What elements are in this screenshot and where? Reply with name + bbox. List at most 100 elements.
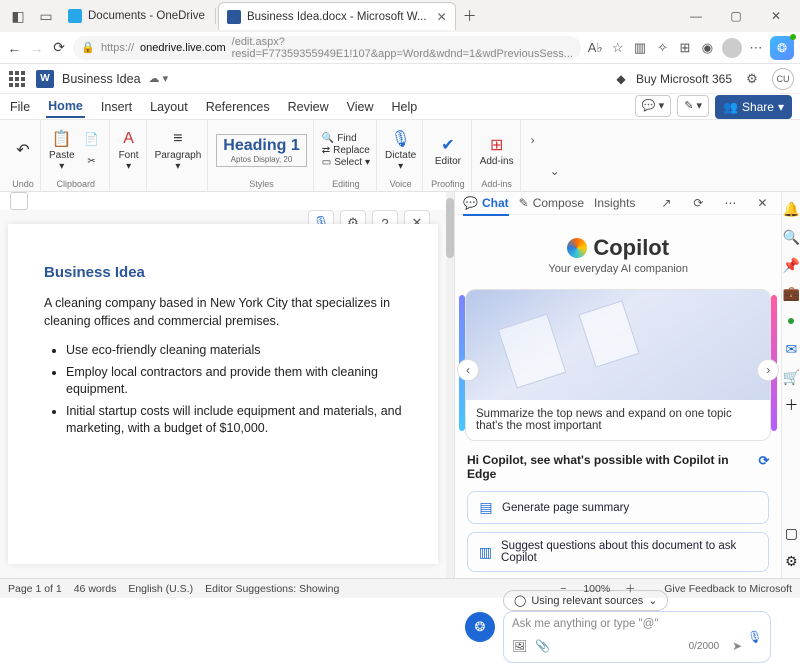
tab-compose[interactable]: ✎Compose (519, 196, 584, 210)
ask-input[interactable]: Ask me anything or type "@" 🎙 🖼 📎 0/2000… (503, 611, 771, 663)
reading-mode-icon[interactable]: A♭ (587, 35, 603, 61)
avatar-icon[interactable] (722, 35, 742, 61)
outlook-icon[interactable]: ✉ (782, 340, 800, 358)
page[interactable]: Business Idea A cleaning company based i… (8, 224, 438, 564)
address-bar[interactable]: 🔒 https://onedrive.live.com/edit.aspx?re… (73, 36, 581, 60)
menu-home[interactable]: Home (46, 96, 85, 118)
tab-insights[interactable]: Insights (594, 196, 635, 210)
dictate-button[interactable]: 🎙Dictate▾ (385, 128, 416, 172)
collapse-sidebar-icon[interactable]: ▢ (782, 524, 800, 542)
profile-icon[interactable]: ◧ (4, 2, 32, 30)
zoom-in[interactable]: ＋ (622, 581, 638, 597)
menu-layout[interactable]: Layout (148, 97, 190, 117)
tab-word[interactable]: Business Idea.docx - Microsoft W... ✕ (218, 2, 456, 30)
more-icon[interactable]: ⋯ (748, 35, 764, 61)
extensions-icon[interactable]: ⊞ (677, 35, 693, 61)
summary-icon: ▤ (478, 499, 494, 516)
pin1-icon[interactable]: 📌 (782, 256, 800, 274)
briefcase-icon[interactable]: 💼 (782, 284, 800, 302)
window-minimize[interactable]: — (676, 2, 716, 30)
mic-icon[interactable]: 🎙 (747, 630, 762, 644)
menu-insert[interactable]: Insert (99, 97, 134, 117)
close-tab-icon[interactable]: ✕ (437, 10, 447, 24)
select-button[interactable]: ▭ Select ▾ (322, 157, 370, 168)
group-addins: ⊞Add-ins Add-ins (474, 120, 521, 191)
tab-onedrive[interactable]: Documents - OneDrive (60, 2, 213, 30)
open-new-icon[interactable]: ↗ (655, 192, 677, 214)
find-button[interactable]: 🔍 Find (322, 133, 370, 144)
account-badge[interactable]: CU (772, 68, 794, 90)
saved-cloud-icon[interactable]: ☁ ▾ (149, 72, 169, 85)
editor-button[interactable]: ✔Editor (435, 134, 461, 167)
undo-button[interactable]: ↶ (12, 139, 34, 161)
forward-button[interactable]: → (28, 35, 44, 61)
window-maximize[interactable]: ▢ (716, 2, 756, 30)
suggestion-summary[interactable]: ▤ Generate page summary (467, 491, 769, 524)
add-sidebar-icon[interactable]: ＋ (782, 396, 800, 414)
replace-button[interactable]: ⇄ Replace (322, 145, 370, 156)
vertical-scrollbar[interactable] (446, 192, 454, 578)
suggestion-card[interactable]: Summarize the top news and expand on one… (465, 289, 771, 441)
nav-pane-toggle[interactable] (10, 192, 28, 210)
tabs-icon[interactable]: ▭ (32, 2, 60, 30)
back-button[interactable]: ← (6, 35, 22, 61)
url-domain: onedrive.live.com (140, 42, 226, 54)
menu-help[interactable]: Help (390, 97, 420, 117)
menu-review[interactable]: Review (286, 97, 331, 117)
attachment-icon[interactable]: 📎 (535, 639, 550, 653)
refresh-icon[interactable]: ⟳ (687, 192, 709, 214)
style-title: Heading 1 (223, 137, 299, 155)
carousel-prev[interactable]: ‹ (457, 359, 479, 381)
window-close[interactable]: ✕ (756, 2, 796, 30)
copilot-launcher[interactable]: ❂ (770, 35, 794, 61)
editing-mode-button[interactable]: ✎ ▾ (677, 95, 709, 117)
refresh-suggestions-icon[interactable]: ⟳ (759, 453, 770, 469)
editor-suggestions[interactable]: Editor Suggestions: Showing (205, 583, 339, 595)
addins-button[interactable]: ⊞Add-ins (480, 134, 514, 167)
copilot-brand: Copilot Your everyday AI companion (455, 215, 781, 279)
image-input-icon[interactable]: 🖼 (512, 639, 527, 653)
tab-chat[interactable]: 💬Chat (463, 196, 509, 216)
refresh-button[interactable]: ⟳ (51, 35, 67, 61)
new-tab-button[interactable]: ＋ (456, 2, 484, 30)
ribbon-overflow[interactable]: › (523, 120, 543, 160)
buy-m365-link[interactable]: Buy Microsoft 365 (636, 72, 732, 86)
share-button[interactable]: 👥 Share ▾ (715, 95, 792, 119)
menu-references[interactable]: References (204, 97, 272, 117)
language[interactable]: English (U.S.) (128, 583, 193, 595)
document-canvas[interactable]: 🎙 ⚙ ? ✕ Business Idea A cleaning company… (0, 210, 446, 578)
suggestion-questions[interactable]: ▥ Suggest questions about this document … (467, 532, 769, 572)
menu-view[interactable]: View (345, 97, 376, 117)
zoom-level[interactable]: 100% (583, 583, 610, 595)
word-count[interactable]: 46 words (74, 583, 117, 595)
comments-button[interactable]: 💬 ▾ (635, 95, 671, 117)
shopping-icon[interactable]: 🛒 (782, 368, 800, 386)
clipboard-more[interactable]: 📄✂ (81, 128, 103, 172)
notifications-icon[interactable]: 🔔 (782, 200, 800, 218)
document-name[interactable]: Business Idea (62, 72, 141, 86)
premium-icon: ◆ (614, 72, 628, 86)
extension-dot-icon[interactable]: ◉ (699, 35, 715, 61)
more-icon[interactable]: ⋯ (719, 192, 741, 214)
style-heading1[interactable]: Heading 1 Aptos Display, 20 (216, 134, 306, 167)
app-launcher-icon[interactable] (6, 68, 28, 90)
feedback-link[interactable]: Give Feedback to Microsoft (664, 583, 792, 595)
close-icon[interactable]: ✕ (751, 192, 773, 214)
paste-button[interactable]: 📋Paste▾ (49, 128, 75, 172)
menu-file[interactable]: File (8, 97, 32, 117)
dot-icon[interactable] (782, 312, 800, 330)
ribbon-collapse[interactable]: ⌄ (545, 151, 565, 191)
copilot-subtitle: Your everyday AI companion (455, 263, 781, 275)
font-button[interactable]: AFont▾ (118, 128, 140, 172)
collections-icon[interactable]: ✧ (654, 35, 670, 61)
page-indicator[interactable]: Page 1 of 1 (8, 583, 62, 595)
sidebar-settings-icon[interactable]: ⚙ (782, 552, 800, 570)
group-label (177, 178, 180, 189)
zoom-out[interactable]: − (555, 581, 571, 597)
send-icon[interactable]: ➤ (727, 636, 747, 656)
search-sidebar-icon[interactable]: 🔍 (782, 228, 800, 246)
paragraph-button[interactable]: ≡Paragraph▾ (155, 128, 202, 172)
split-screen-icon[interactable]: ▥ (632, 35, 648, 61)
favorite-icon[interactable]: ☆ (609, 35, 625, 61)
settings-icon[interactable]: ⚙ (740, 67, 764, 91)
